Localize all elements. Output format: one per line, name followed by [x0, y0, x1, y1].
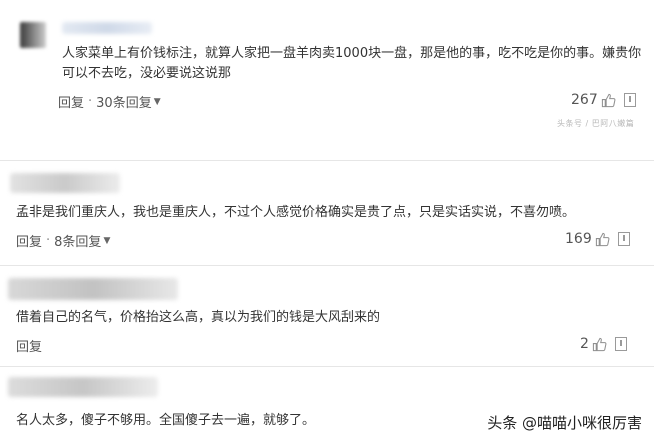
replies-count-label: 30条回复	[96, 96, 152, 111]
comment-actions: 回复 · 30条回复 ▼	[58, 92, 161, 111]
like-count: 2	[580, 336, 589, 352]
thumbs-up-icon	[601, 93, 616, 107]
comment-item: 借着自己的名气，价格抬这么高，真以为我们的钱是大风刮来的 回复 2	[0, 266, 654, 366]
like-button[interactable]: 267	[571, 92, 616, 108]
report-icon[interactable]	[623, 93, 636, 107]
reply-button[interactable]: 回复	[16, 231, 42, 250]
comment-text: 人家菜单上有价钱标注，就算人家把一盘羊肉卖1000块一盘，那是他的事，吃不吃是你…	[62, 46, 642, 81]
username-blurred	[8, 278, 178, 300]
view-replies-link[interactable]: 30条回复 ▼	[96, 92, 160, 111]
thumbs-up-icon	[592, 337, 607, 351]
avatar[interactable]	[20, 22, 46, 48]
separator: ·	[46, 233, 51, 248]
username-blurred	[8, 377, 158, 397]
source-watermark: 头条号 / 巴阿八嫩篇	[557, 119, 635, 128]
comment-item: 孟非是我们重庆人，我也是重庆人，不过个人感觉价格确实是贵了点，只是实话实说，不喜…	[0, 161, 654, 265]
comment-tools: 169	[565, 231, 630, 247]
thumbs-up-icon	[595, 232, 610, 246]
comment-text: 孟非是我们重庆人，我也是重庆人，不过个人感觉价格确实是贵了点，只是实话实说，不喜…	[16, 205, 576, 220]
replies-count-label: 8条回复	[54, 235, 102, 250]
separator: ·	[88, 94, 93, 109]
comment-text: 借着自己的名气，价格抬这么高，真以为我们的钱是大风刮来的	[16, 310, 381, 325]
comment-actions: 回复 · 8条回复 ▼	[16, 231, 110, 250]
comment-item: 人家菜单上有价钱标注，就算人家把一盘羊肉卖1000块一盘，那是他的事，吃不吃是你…	[0, 0, 654, 160]
comment-tools: 267	[571, 92, 636, 108]
like-count: 267	[571, 92, 598, 108]
comment-text: 名人太多，傻子不够用。全国傻子去一遍，就够了。	[16, 413, 316, 428]
comment-actions: 回复	[16, 336, 42, 355]
reply-button[interactable]: 回复	[58, 92, 84, 111]
comment-tools: 2	[580, 336, 627, 352]
report-icon[interactable]	[614, 337, 627, 351]
view-replies-link[interactable]: 8条回复 ▼	[54, 231, 110, 250]
like-count: 169	[565, 231, 592, 247]
chevron-down-icon: ▼	[103, 235, 111, 246]
report-icon[interactable]	[617, 232, 630, 246]
reply-button[interactable]: 回复	[16, 336, 42, 355]
username-blurred	[62, 22, 152, 34]
chevron-down-icon: ▼	[153, 96, 161, 107]
like-button[interactable]: 2	[580, 336, 607, 352]
platform-watermark: 头条 @喵喵小咪很厉害	[487, 414, 642, 432]
like-button[interactable]: 169	[565, 231, 610, 247]
username-blurred	[10, 173, 120, 193]
